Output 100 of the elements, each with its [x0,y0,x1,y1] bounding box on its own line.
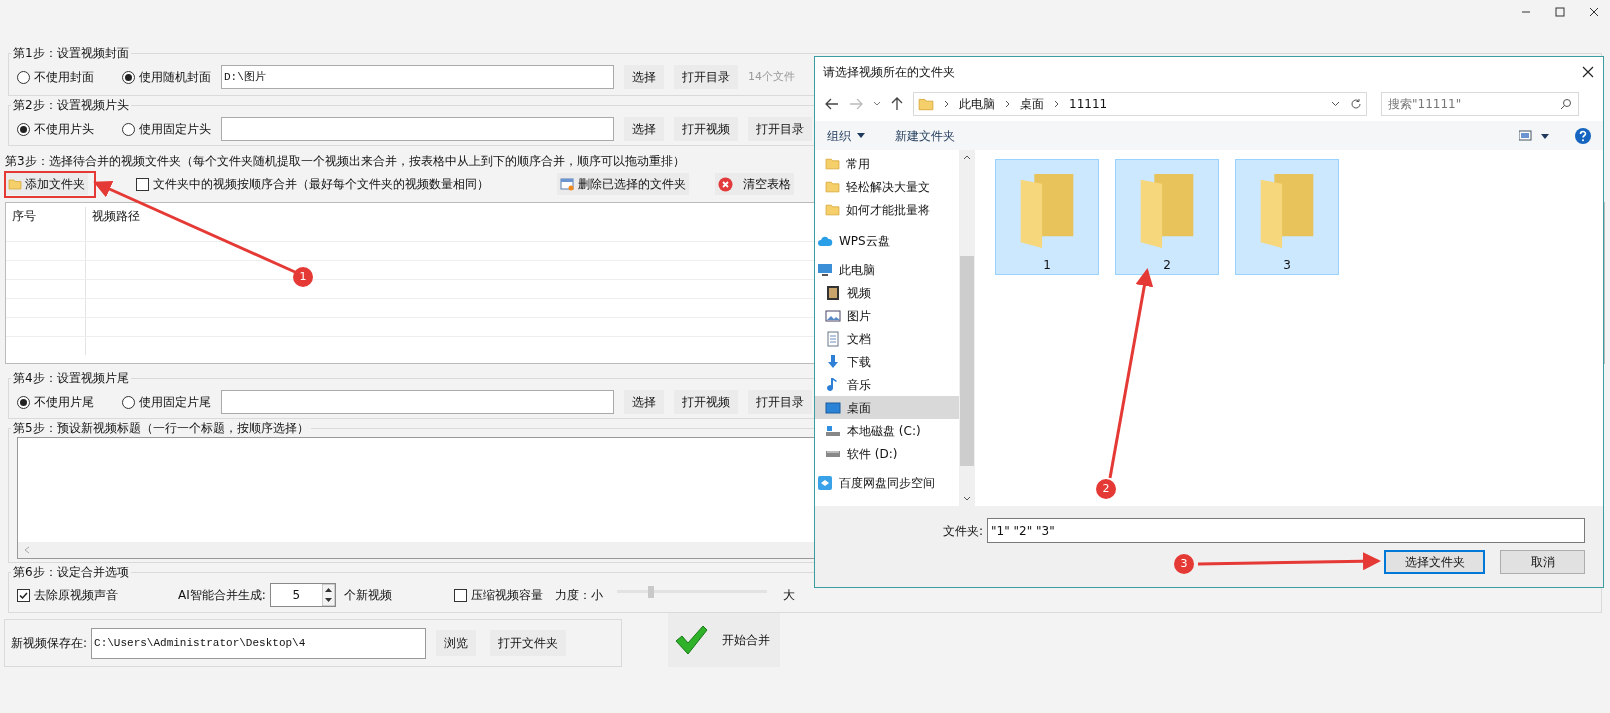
path-field[interactable] [221,390,614,414]
nav-item[interactable]: 下载 [815,350,959,373]
caret-icon [857,133,865,138]
slider-thumb[interactable] [648,586,655,598]
picture-icon [825,307,841,324]
action-button[interactable]: 打开视频 [674,117,738,141]
group-title: 第4步：设置视频片尾 [12,370,130,387]
chevron-down-icon[interactable] [873,101,881,107]
new-folder-button[interactable]: 新建文件夹 [895,126,955,145]
checkbox-label: 压缩视频容量 [470,587,543,604]
breadcrumb-item[interactable]: 此电脑 [959,95,995,113]
column-header: 序号 [6,207,86,241]
ai-count-label: AI智能合并生成: [178,587,266,604]
address-bar[interactable]: 此电脑 桌面 11111 [913,92,1367,116]
desktop-icon [825,399,841,416]
folder-tile[interactable]: 1 [995,159,1099,275]
radio-button[interactable] [122,122,135,136]
folder-label: 文件夹: [942,522,983,540]
action-button[interactable]: 选择 [624,390,664,414]
cancel-button[interactable]: 取消 [1500,550,1585,574]
checkbox[interactable] [136,177,149,191]
close-icon[interactable] [1581,65,1595,79]
nav-item[interactable]: 软件 (D:) [815,442,959,465]
save-label: 新视频保存在: [11,635,88,652]
nav-item[interactable]: 此电脑 [815,258,959,281]
nav-item[interactable]: 本地磁盘 (C:) [815,419,959,442]
search-field[interactable]: 搜索"11111" [1381,92,1579,116]
vertical-scrollbar[interactable] [959,150,975,506]
organize-button[interactable]: 组织 [827,126,865,145]
computer-icon [817,261,833,278]
refresh-icon[interactable] [1350,98,1362,110]
path-field[interactable] [221,117,614,141]
folder-tile[interactable]: 3 [1235,159,1339,275]
breadcrumb-item[interactable]: 桌面 [1020,95,1044,113]
group-title: 第6步：设定合并选项 [12,564,130,581]
nav-item[interactable]: WPS云盘 [815,229,959,252]
column-header: 视频路径 [91,208,141,225]
action-button[interactable]: 打开视频 [674,390,738,414]
close-icon [718,176,733,192]
save-path-field[interactable]: C:\Users\Administrator\Desktop\4 [91,627,427,659]
action-button[interactable]: 打开目录 [748,117,812,141]
nav-item[interactable]: 图片 [815,304,959,327]
window-icon [560,177,574,191]
nav-item[interactable]: 常用 [846,154,870,173]
action-button[interactable]: 浏览 [436,630,477,656]
radio-label: 不使用片尾 [34,394,94,411]
up-arrow-icon[interactable] [891,97,903,111]
add-folder-button[interactable]: 添加文件夹 [5,173,88,195]
help-icon[interactable] [1575,127,1591,144]
breadcrumb-item[interactable]: 11111 [1069,95,1108,113]
action-button[interactable]: 选择 [624,65,664,89]
nav-item[interactable]: 文档 [815,327,959,350]
nav-item[interactable]: 如何才能批量将 [846,200,930,219]
search-icon [1560,98,1572,110]
radio-button[interactable] [17,395,30,409]
chevron-right-icon [1005,100,1010,108]
file-count: 14个文件 [748,68,795,85]
radio-button[interactable] [17,70,30,84]
checkbox[interactable] [453,588,467,602]
folder-icon [918,96,934,112]
radio-label: 使用随机封面 [139,69,211,86]
radio-button[interactable] [17,122,30,136]
folder-name-field[interactable]: "1" "2" "3" [987,518,1585,543]
select-folder-button[interactable]: 选择文件夹 [1384,550,1485,574]
delete-folder-button[interactable]: 删除已选择的文件夹 [557,173,689,195]
action-button[interactable]: 打开文件夹 [490,630,567,656]
strength-max-label: 大 [782,587,795,604]
radio-button[interactable] [122,395,135,409]
folder-tile[interactable]: 2 [1115,159,1219,275]
close-icon[interactable] [1588,6,1600,18]
cloud-drive-icon [817,474,833,491]
nav-item[interactable]: 视频 [815,281,959,304]
chevron-down-icon[interactable] [1331,101,1340,107]
action-button[interactable]: 打开目录 [748,390,812,414]
clear-table-button[interactable]: 清空表格 [715,173,794,195]
radio-label: 不使用片头 [34,121,94,138]
nav-item[interactable]: 音乐 [815,373,959,396]
radio-label: 使用固定片头 [139,121,211,138]
nav-item[interactable]: 桌面 [815,396,959,419]
path-field[interactable]: D:\图片 [221,65,614,89]
download-icon [825,353,841,370]
nav-item[interactable]: 百度网盘同步空间 [815,471,959,494]
chevron-right-icon [1054,100,1059,108]
nav-item[interactable]: 轻松解决大量文 [846,177,930,196]
spinner-arrows-icon[interactable] [321,584,335,606]
maximize-icon[interactable] [1554,6,1566,18]
action-button[interactable]: 选择 [624,117,664,141]
strength-label: 力度：小 [554,587,603,604]
chevron-right-icon [944,100,949,108]
count-spinner[interactable]: 5 [269,583,336,607]
folder-name: 1 [1043,257,1051,274]
group-title: 第5步：预设新视频标题（一行一个标题，按顺序选择） [12,420,310,437]
radio-button[interactable] [122,70,135,84]
checkbox[interactable] [17,588,30,602]
back-arrow-icon[interactable] [825,98,839,110]
start-merge-button[interactable]: 开始合并 [668,613,780,667]
folder-icon [825,202,840,217]
count-suffix: 个新视频 [343,587,392,604]
action-button[interactable]: 打开目录 [674,65,738,89]
view-options-icon[interactable] [1519,129,1549,142]
